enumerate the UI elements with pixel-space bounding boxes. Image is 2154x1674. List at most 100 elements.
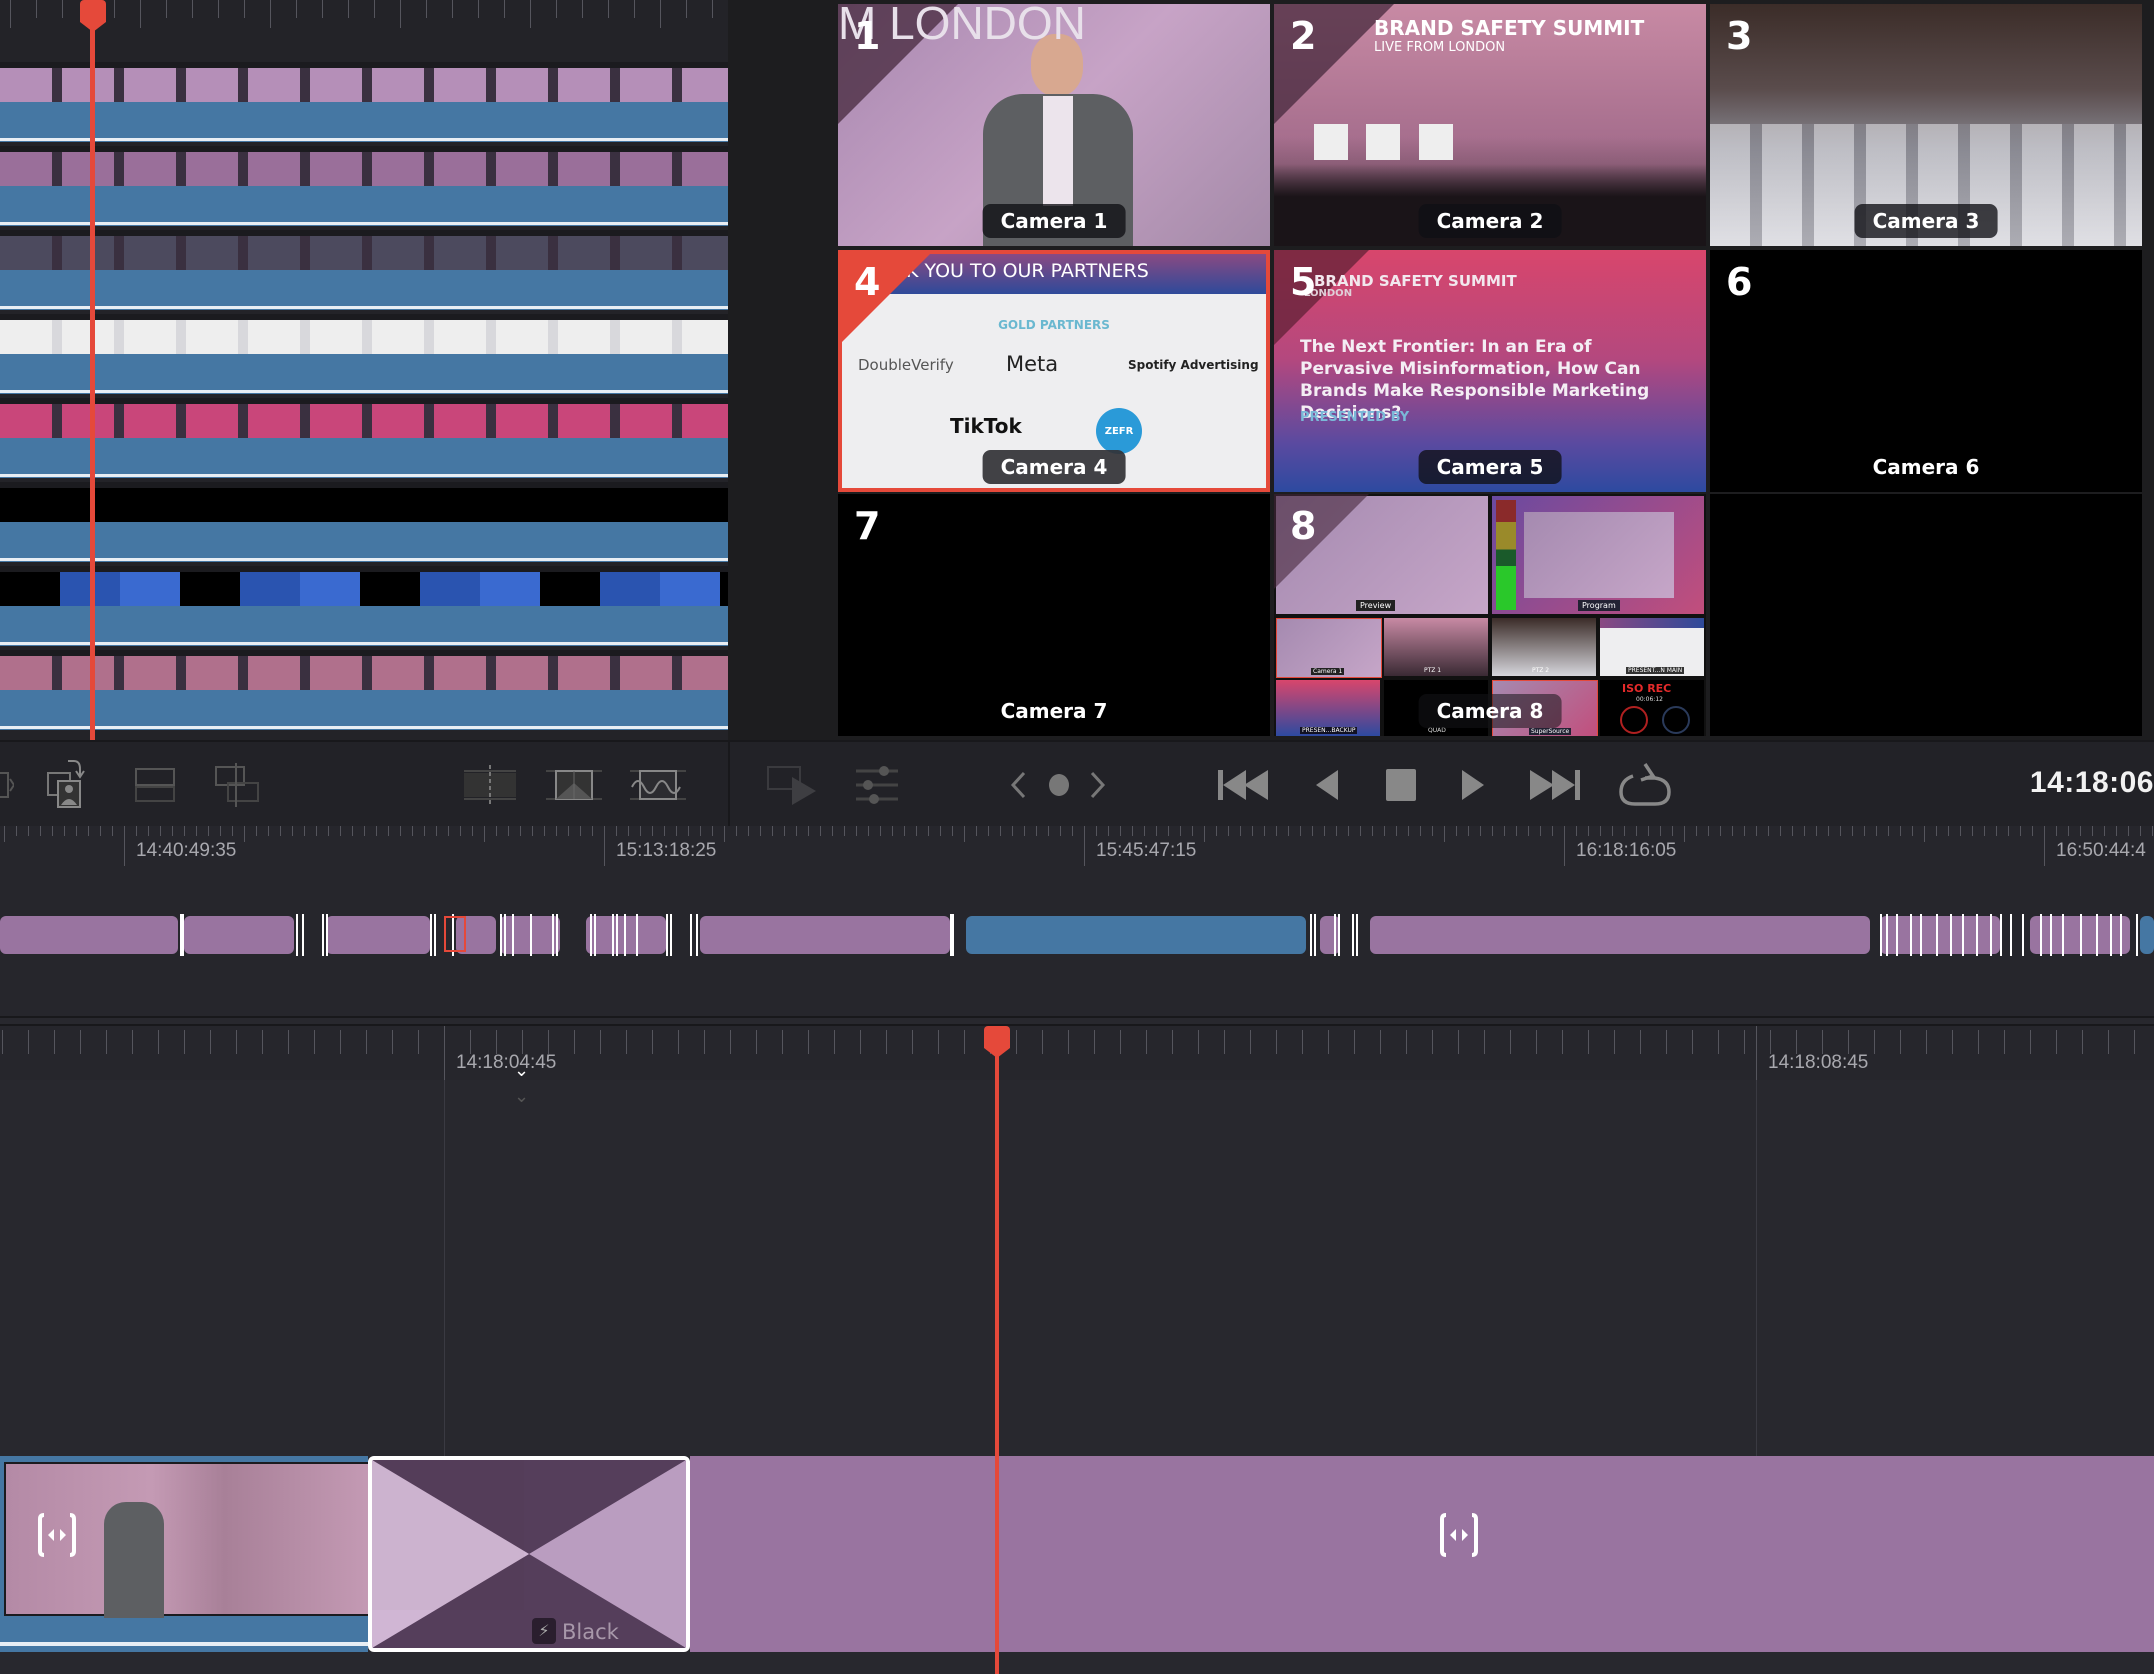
edit-point[interactable] (296, 914, 298, 956)
edit-point[interactable] (696, 914, 698, 956)
source-audio-track[interactable] (0, 690, 728, 730)
edit-point[interactable] (1310, 914, 1312, 956)
overview-clip[interactable] (184, 916, 294, 954)
transition-button[interactable] (546, 762, 602, 808)
next-edit-button[interactable] (1086, 762, 1110, 808)
stop-button[interactable] (1384, 762, 1418, 808)
source-audio-track[interactable] (0, 606, 728, 646)
edit-point[interactable] (2010, 914, 2012, 956)
render-clip-button[interactable] (764, 762, 820, 808)
camera-cell-3[interactable]: 3 Camera 3 (1710, 4, 2142, 246)
camera-cell-2[interactable]: BRAND SAFETY SUMMIT LIVE FROM LONDON 2 C… (1274, 4, 1706, 246)
edit-point[interactable] (670, 914, 672, 956)
edit-point[interactable] (504, 914, 506, 956)
edit-point[interactable] (434, 914, 436, 956)
edit-point[interactable] (594, 914, 596, 956)
overview-clip[interactable] (0, 916, 178, 954)
overview-clip[interactable] (700, 916, 950, 954)
overview-clip[interactable] (2140, 916, 2154, 954)
edit-point[interactable] (2062, 914, 2064, 956)
adjust-button[interactable] (854, 762, 900, 808)
overview-clip[interactable] (1880, 916, 2000, 954)
timeline-clip-transition[interactable]: ⚡ Black (368, 1456, 690, 1652)
source-video-track[interactable] (0, 486, 728, 526)
camera-cell-1[interactable]: M LONDON 1 Camera 1 (838, 4, 1270, 246)
edit-point[interactable] (1976, 914, 1978, 956)
edit-point[interactable] (2022, 914, 2024, 956)
timeline-clip-black[interactable] (690, 1456, 2154, 1652)
edit-point[interactable] (1936, 914, 1938, 956)
source-video-track[interactable] (0, 234, 728, 274)
source-ruler[interactable] (0, 0, 728, 60)
marker-button[interactable] (1044, 762, 1074, 808)
edit-point[interactable] (1896, 914, 1898, 956)
source-audio-track[interactable] (0, 102, 728, 142)
replace-clip-button[interactable] (44, 760, 98, 808)
stacked-timeline-button[interactable] (134, 762, 176, 808)
edit-point[interactable] (1880, 914, 1882, 956)
edit-point[interactable] (500, 914, 502, 956)
camera-cell-5[interactable]: BRAND SAFETY SUMMIT LONDON The Next Fron… (1274, 250, 1706, 492)
timeline-playhead-head[interactable] (984, 1026, 1010, 1058)
source-audio-track[interactable] (0, 522, 728, 562)
camera-cell-6[interactable]: 6 Camera 6 (1710, 250, 2142, 492)
edit-point[interactable] (1334, 914, 1336, 956)
edit-point[interactable] (512, 914, 514, 956)
edit-point[interactable] (1920, 914, 1922, 956)
selected-edit-marker[interactable] (444, 916, 466, 952)
edit-point[interactable] (1950, 914, 1952, 956)
source-video-track[interactable] (0, 570, 728, 610)
edit-point[interactable] (612, 914, 614, 956)
edit-point[interactable] (1962, 914, 1964, 956)
edit-point[interactable] (2110, 914, 2112, 956)
source-playhead[interactable] (90, 0, 95, 740)
source-audio-track[interactable] (0, 438, 728, 478)
edit-point[interactable] (1990, 914, 1992, 956)
play-button[interactable] (1458, 762, 1488, 808)
edit-point[interactable] (1352, 914, 1354, 956)
source-video-track[interactable] (0, 402, 728, 442)
edit-point[interactable] (590, 914, 592, 956)
overview-ruler[interactable]: 14:40:49:35 15:13:18:25 15:45:47:15 16:18:1… (0, 826, 2154, 872)
source-video-track[interactable] (0, 150, 728, 190)
overview-clip[interactable] (1320, 916, 1340, 954)
edit-point[interactable] (2040, 914, 2042, 956)
overview-track[interactable] (0, 914, 2154, 956)
source-audio-track[interactable] (0, 270, 728, 310)
trim-handle-icon[interactable] (34, 1512, 80, 1558)
edit-point[interactable] (552, 914, 554, 956)
razor-button[interactable] (462, 762, 518, 808)
play-reverse-button[interactable] (1312, 762, 1342, 808)
edit-point[interactable] (2120, 914, 2122, 956)
edit-point[interactable] (1314, 914, 1316, 956)
trim-handle-icon[interactable] (1436, 1512, 1482, 1558)
previous-edit-button[interactable] (1006, 762, 1030, 808)
edit-point[interactable] (326, 914, 328, 956)
edit-point[interactable] (1356, 914, 1358, 956)
edit-point[interactable] (2080, 914, 2082, 956)
timeline-ruler[interactable]: 14:18:04:45 14:18:08:45 (0, 1024, 2154, 1082)
source-audio-track[interactable] (0, 354, 728, 394)
edit-point[interactable] (624, 914, 626, 956)
skip-to-end-button[interactable] (1528, 762, 1584, 808)
edit-point[interactable] (952, 914, 954, 956)
camera-cell-7[interactable]: 7 Camera 7 (838, 494, 1270, 736)
edit-point[interactable] (2050, 914, 2052, 956)
overview-clip[interactable] (966, 916, 1306, 954)
edit-point[interactable] (182, 914, 184, 956)
edit-point[interactable] (1338, 914, 1340, 956)
timeline-playhead[interactable] (995, 1034, 999, 1674)
edit-point[interactable] (302, 914, 304, 956)
source-video-track[interactable] (0, 654, 728, 694)
edit-point[interactable] (2096, 914, 2098, 956)
edit-point[interactable] (322, 914, 324, 956)
audio-fade-button[interactable] (630, 762, 686, 808)
overview-clip[interactable] (586, 916, 666, 954)
overview-clip[interactable] (326, 916, 430, 954)
edit-point[interactable] (1886, 914, 1888, 956)
skip-to-start-button[interactable] (1216, 762, 1272, 808)
camera-cell-8[interactable]: Preview Program Camera 1 PTZ 1 PTZ 2 PRE… (1274, 494, 1706, 736)
overview-clip[interactable] (1370, 916, 1870, 954)
source-audio-track[interactable] (0, 186, 728, 226)
edit-point[interactable] (616, 914, 618, 956)
